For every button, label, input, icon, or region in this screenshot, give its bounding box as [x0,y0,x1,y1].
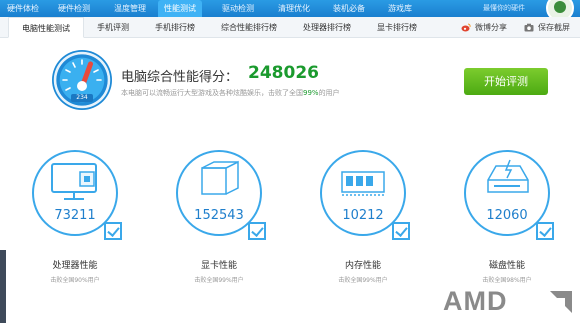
tab-pc-performance[interactable]: 电脑性能测试 [8,17,84,38]
top-nav: 硬件体检 硬件检测 温度管理 性能测试 驱动检测 清理优化 装机必备 游戏库 [0,0,424,17]
amd-watermark: AMD [443,286,508,316]
tab-gpu-ranking[interactable]: 显卡排行榜 [364,17,430,38]
amd-arrow-icon [550,291,572,313]
tab-overall-ranking[interactable]: 综合性能排行榜 [208,17,290,38]
gpu-label: 显卡性能 [200,261,237,271]
overall-score: 248026 [248,63,319,83]
check-icon [536,222,554,240]
gauge-readout: 234 [71,94,93,102]
nav-item-cleanup[interactable]: 清理优化 [266,0,322,17]
tab-phone-review[interactable]: 手机评测 [84,17,142,38]
nav-item-essentials[interactable]: 装机必备 [322,0,376,17]
memory-label: 内存性能 [344,261,381,271]
nav-item-hardware-checkup[interactable]: 硬件体检 [0,0,46,17]
check-icon [392,222,410,240]
gpu-score: 152543 [194,208,244,223]
nav-item-driver-detect[interactable]: 驱动检测 [210,0,266,17]
start-test-button[interactable]: 开始评测 [464,68,548,95]
memory-beat-text: 击败全国99%用户 [338,277,388,284]
tab-phone-ranking[interactable]: 手机排行榜 [142,17,208,38]
disk-beat-text: 击败全国98%用户 [482,277,532,284]
tabs: 电脑性能测试 手机评测 手机排行榜 综合性能排行榜 处理器排行榜 显卡排行榜 [8,17,430,38]
disk-icon [487,159,529,193]
cpu-performance-card: 73211 处理器性能 击败全国90%用户 [28,150,128,320]
disk-score: 12060 [486,208,528,223]
memory-score: 10212 [342,208,384,223]
score-description: 本电脑可以流畅运行大型游戏及各种炫酷娱乐，击败了全国99%的用户 [121,89,340,97]
weibo-icon [461,23,471,32]
weibo-share-button[interactable]: 微博分享 [461,22,507,33]
camera-icon [524,23,534,32]
gauge-hub [77,81,87,91]
window-edge [0,250,6,323]
weibo-share-label: 微博分享 [475,23,507,32]
save-screenshot-button[interactable]: 保存截屏 [524,22,570,33]
check-icon [104,222,122,240]
nav-item-temperature[interactable]: 温度管理 [102,0,158,17]
disk-label: 磁盘性能 [488,261,525,271]
nav-item-performance-test[interactable]: 性能测试 [158,0,202,17]
slogan: 最懂你的硬件 [483,4,525,12]
cpu-monitor-icon [51,163,97,200]
cpu-beat-text: 击败全国90%用户 [50,277,100,284]
beat-percent: 99% [303,89,319,97]
check-icon [248,222,266,240]
tab-cpu-ranking[interactable]: 处理器排行榜 [290,17,364,38]
graphics-card-icon [201,160,239,195]
save-screenshot-label: 保存截屏 [538,23,570,32]
gpu-beat-text: 击败全国99%用户 [194,277,244,284]
score-title: 电脑综合性能得分： [121,70,239,85]
nav-item-game-library[interactable]: 游戏库 [376,0,424,17]
gpu-performance-card: 152543 显卡性能 击败全国99%用户 [172,150,272,320]
nav-item-hardware-detect[interactable]: 硬件检测 [46,0,102,17]
cpu-score: 73211 [54,208,96,223]
cpu-label: 处理器性能 [52,261,98,271]
memory-icon [341,171,385,196]
memory-performance-card: 10212 内存性能 击败全国99%用户 [316,150,416,320]
